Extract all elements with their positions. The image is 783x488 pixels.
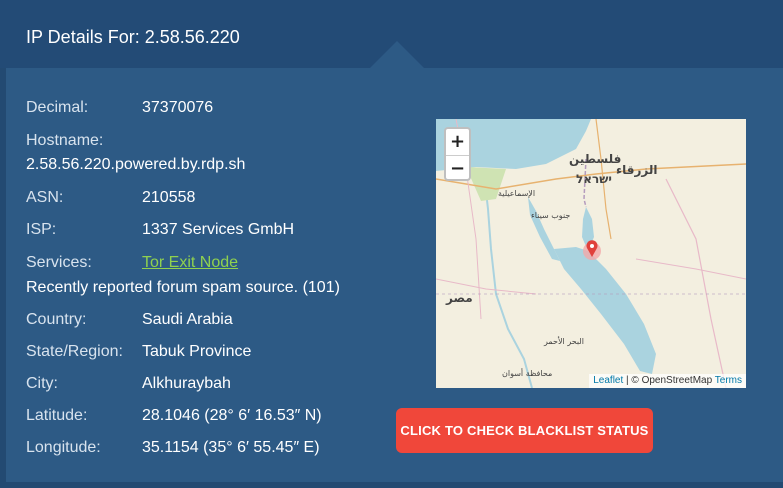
- city-value: Alkhuraybah: [142, 375, 231, 392]
- city-label: City:: [26, 375, 58, 392]
- services-note: Recently reported forum spam source. (10…: [26, 279, 340, 296]
- latitude-value: 28.1046 (28° 6′ 16.53″ N): [142, 407, 322, 424]
- map-label-palestine: فلسطين: [569, 152, 622, 166]
- asn-label: ASN:: [26, 189, 64, 206]
- country-label: Country:: [26, 311, 87, 328]
- location-map[interactable]: فلسطين ישראל الزرقاء مصر الإسماعيلية جنو…: [436, 119, 746, 388]
- map-label-zarqa: الزرقاء: [616, 163, 658, 177]
- zoom-out-button[interactable]: −: [446, 156, 469, 182]
- map-label-israel: ישראל: [576, 172, 612, 186]
- asn-value: 210558: [142, 189, 196, 206]
- decimal-value: 37370076: [142, 99, 214, 116]
- hostname-value: 2.58.56.220.powered.by.rdp.sh: [26, 156, 246, 173]
- services-label: Services:: [26, 254, 92, 271]
- tor-exit-node-link[interactable]: Tor Exit Node: [142, 254, 238, 272]
- map-label-aswan: محافظة أسوان: [502, 369, 553, 378]
- isp-value: 1337 Services GmbH: [142, 221, 295, 238]
- map-label-ismailia: الإسماعيلية: [498, 189, 536, 198]
- page-title: IP Details For: 2.58.56.220: [26, 27, 240, 47]
- hostname-label: Hostname:: [26, 132, 104, 149]
- leaflet-link[interactable]: Leaflet: [593, 375, 623, 386]
- region-value: Tabuk Province: [142, 343, 252, 360]
- region-label: State/Region:: [26, 343, 123, 360]
- map-label-egypt: مصر: [446, 291, 473, 305]
- latitude-label: Latitude:: [26, 407, 88, 424]
- longitude-label: Longitude:: [26, 439, 101, 456]
- bottom-strip: [0, 482, 783, 488]
- map-attribution: Leaflet | © OpenStreetMap Terms: [589, 374, 746, 388]
- isp-label: ISP:: [26, 221, 57, 238]
- zoom-in-button[interactable]: +: [446, 129, 469, 156]
- decimal-label: Decimal:: [26, 99, 89, 116]
- map-label-south-sinai: جنوب سيناء: [531, 211, 571, 220]
- check-blacklist-button[interactable]: CLICK TO CHECK BLACKLIST STATUS: [396, 408, 653, 453]
- map-zoom-control: + −: [444, 127, 471, 181]
- map-label-red-sea: البحر الأحمر: [544, 337, 584, 346]
- country-value: Saudi Arabia: [142, 311, 233, 328]
- longitude-value: 35.1154 (35° 6′ 55.45″ E): [142, 439, 320, 456]
- terms-link[interactable]: Terms: [715, 375, 742, 386]
- panel-notch: [370, 41, 424, 68]
- attribution-text: | © OpenStreetMap: [623, 375, 715, 386]
